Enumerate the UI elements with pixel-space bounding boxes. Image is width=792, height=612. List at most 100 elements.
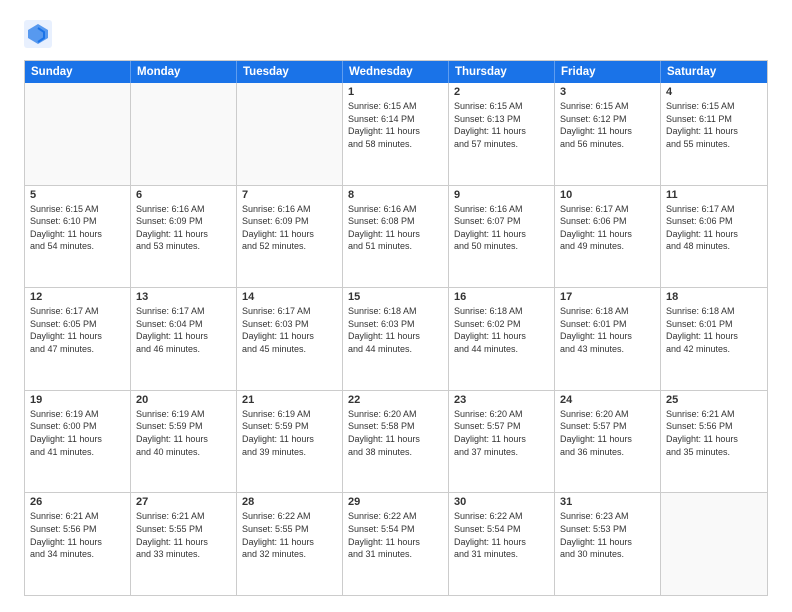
calendar-row-0: 1 Sunrise: 6:15 AM Sunset: 6:14 PM Daylig… <box>25 83 767 186</box>
calendar-cell-day-7: 7 Sunrise: 6:16 AM Sunset: 6:09 PM Daylig… <box>237 186 343 288</box>
calendar-row-2: 12Sunrise: 6:17 AM Sunset: 6:05 PM Dayli… <box>25 288 767 391</box>
day-number: 10 <box>560 189 655 201</box>
day-number: 26 <box>30 496 125 508</box>
calendar-cell-day-24: 24 Sunrise: 6:20 AM Sunset: 5:57 PM Dayli… <box>555 391 661 493</box>
calendar-row-4: 26 Sunrise: 6:21 AM Sunset: 5:56 PM Dayli… <box>25 493 767 595</box>
calendar-cell-day-5: 5 Sunrise: 6:15 AM Sunset: 6:10 PM Daylig… <box>25 186 131 288</box>
day-info: Sunrise: 6:18 AM Sunset: 6:01 PM Dayligh… <box>560 305 655 355</box>
calendar-cell-empty <box>661 493 767 595</box>
day-number: 4 <box>666 86 762 98</box>
day-info: Sunrise: 6:17 AM Sunset: 6:04 PM Dayligh… <box>136 305 231 355</box>
calendar-cell-day-21: 21Sunrise: 6:19 AM Sunset: 5:59 PM Dayli… <box>237 391 343 493</box>
header-day-tuesday: Tuesday <box>237 61 343 83</box>
day-number: 21 <box>242 394 337 406</box>
calendar-cell-day-29: 29 Sunrise: 6:22 AM Sunset: 5:54 PM Dayli… <box>343 493 449 595</box>
day-number: 27 <box>136 496 231 508</box>
day-info: Sunrise: 6:15 AM Sunset: 6:12 PM Dayligh… <box>560 100 655 150</box>
calendar-cell-day-12: 12Sunrise: 6:17 AM Sunset: 6:05 PM Dayli… <box>25 288 131 390</box>
day-number: 30 <box>454 496 549 508</box>
calendar-row-1: 5 Sunrise: 6:15 AM Sunset: 6:10 PM Daylig… <box>25 186 767 289</box>
day-info: Sunrise: 6:22 AM Sunset: 5:54 PM Dayligh… <box>454 510 549 560</box>
calendar-header: SundayMondayTuesdayWednesdayThursdayFrid… <box>25 61 767 83</box>
day-number: 7 <box>242 189 337 201</box>
calendar: SundayMondayTuesdayWednesdayThursdayFrid… <box>24 60 768 596</box>
day-number: 6 <box>136 189 231 201</box>
day-number: 29 <box>348 496 443 508</box>
header <box>24 20 768 48</box>
logo-icon <box>24 20 52 48</box>
calendar-row-3: 19 Sunrise: 6:19 AM Sunset: 6:00 PM Dayli… <box>25 391 767 494</box>
calendar-cell-day-15: 15Sunrise: 6:18 AM Sunset: 6:03 PM Dayli… <box>343 288 449 390</box>
calendar-cell-day-26: 26 Sunrise: 6:21 AM Sunset: 5:56 PM Dayli… <box>25 493 131 595</box>
calendar-cell-day-16: 16 Sunrise: 6:18 AM Sunset: 6:02 PM Dayli… <box>449 288 555 390</box>
day-number: 20 <box>136 394 231 406</box>
day-number: 17 <box>560 291 655 303</box>
calendar-cell-day-23: 23Sunrise: 6:20 AM Sunset: 5:57 PM Dayli… <box>449 391 555 493</box>
day-info: Sunrise: 6:17 AM Sunset: 6:06 PM Dayligh… <box>560 203 655 253</box>
calendar-cell-day-10: 10 Sunrise: 6:17 AM Sunset: 6:06 PM Dayli… <box>555 186 661 288</box>
day-number: 16 <box>454 291 549 303</box>
calendar-cell-day-19: 19 Sunrise: 6:19 AM Sunset: 6:00 PM Dayli… <box>25 391 131 493</box>
day-info: Sunrise: 6:15 AM Sunset: 6:14 PM Dayligh… <box>348 100 443 150</box>
day-info: Sunrise: 6:21 AM Sunset: 5:56 PM Dayligh… <box>30 510 125 560</box>
day-info: Sunrise: 6:19 AM Sunset: 6:00 PM Dayligh… <box>30 408 125 458</box>
day-info: Sunrise: 6:20 AM Sunset: 5:58 PM Dayligh… <box>348 408 443 458</box>
calendar-cell-day-17: 17 Sunrise: 6:18 AM Sunset: 6:01 PM Dayli… <box>555 288 661 390</box>
calendar-cell-day-11: 11Sunrise: 6:17 AM Sunset: 6:06 PM Dayli… <box>661 186 767 288</box>
header-day-friday: Friday <box>555 61 661 83</box>
day-info: Sunrise: 6:19 AM Sunset: 5:59 PM Dayligh… <box>136 408 231 458</box>
calendar-cell-day-28: 28Sunrise: 6:22 AM Sunset: 5:55 PM Dayli… <box>237 493 343 595</box>
day-number: 25 <box>666 394 762 406</box>
day-info: Sunrise: 6:16 AM Sunset: 6:09 PM Dayligh… <box>136 203 231 253</box>
header-day-saturday: Saturday <box>661 61 767 83</box>
day-info: Sunrise: 6:15 AM Sunset: 6:10 PM Dayligh… <box>30 203 125 253</box>
calendar-cell-empty <box>237 83 343 185</box>
calendar-cell-day-13: 13Sunrise: 6:17 AM Sunset: 6:04 PM Dayli… <box>131 288 237 390</box>
day-info: Sunrise: 6:18 AM Sunset: 6:02 PM Dayligh… <box>454 305 549 355</box>
day-info: Sunrise: 6:16 AM Sunset: 6:09 PM Dayligh… <box>242 203 337 253</box>
day-number: 9 <box>454 189 549 201</box>
day-info: Sunrise: 6:16 AM Sunset: 6:07 PM Dayligh… <box>454 203 549 253</box>
calendar-cell-empty <box>25 83 131 185</box>
calendar-cell-day-18: 18Sunrise: 6:18 AM Sunset: 6:01 PM Dayli… <box>661 288 767 390</box>
calendar-cell-day-22: 22 Sunrise: 6:20 AM Sunset: 5:58 PM Dayli… <box>343 391 449 493</box>
day-number: 2 <box>454 86 549 98</box>
day-number: 8 <box>348 189 443 201</box>
calendar-cell-day-14: 14 Sunrise: 6:17 AM Sunset: 6:03 PM Dayli… <box>237 288 343 390</box>
calendar-cell-day-25: 25 Sunrise: 6:21 AM Sunset: 5:56 PM Dayli… <box>661 391 767 493</box>
day-info: Sunrise: 6:17 AM Sunset: 6:03 PM Dayligh… <box>242 305 337 355</box>
header-day-wednesday: Wednesday <box>343 61 449 83</box>
day-number: 18 <box>666 291 762 303</box>
day-number: 19 <box>30 394 125 406</box>
day-info: Sunrise: 6:22 AM Sunset: 5:54 PM Dayligh… <box>348 510 443 560</box>
day-number: 28 <box>242 496 337 508</box>
calendar-cell-day-20: 20 Sunrise: 6:19 AM Sunset: 5:59 PM Dayli… <box>131 391 237 493</box>
header-day-sunday: Sunday <box>25 61 131 83</box>
header-day-thursday: Thursday <box>449 61 555 83</box>
day-info: Sunrise: 6:15 AM Sunset: 6:13 PM Dayligh… <box>454 100 549 150</box>
day-number: 3 <box>560 86 655 98</box>
calendar-cell-day-3: 3 Sunrise: 6:15 AM Sunset: 6:12 PM Daylig… <box>555 83 661 185</box>
day-info: Sunrise: 6:20 AM Sunset: 5:57 PM Dayligh… <box>560 408 655 458</box>
calendar-cell-day-2: 2 Sunrise: 6:15 AM Sunset: 6:13 PM Daylig… <box>449 83 555 185</box>
day-number: 15 <box>348 291 443 303</box>
calendar-cell-day-8: 8 Sunrise: 6:16 AM Sunset: 6:08 PM Daylig… <box>343 186 449 288</box>
calendar-cell-day-1: 1 Sunrise: 6:15 AM Sunset: 6:14 PM Daylig… <box>343 83 449 185</box>
day-info: Sunrise: 6:23 AM Sunset: 5:53 PM Dayligh… <box>560 510 655 560</box>
day-number: 24 <box>560 394 655 406</box>
day-number: 14 <box>242 291 337 303</box>
day-number: 1 <box>348 86 443 98</box>
day-number: 22 <box>348 394 443 406</box>
day-info: Sunrise: 6:21 AM Sunset: 5:56 PM Dayligh… <box>666 408 762 458</box>
calendar-cell-day-6: 6 Sunrise: 6:16 AM Sunset: 6:09 PM Daylig… <box>131 186 237 288</box>
calendar-cell-day-27: 27 Sunrise: 6:21 AM Sunset: 5:55 PM Dayli… <box>131 493 237 595</box>
day-number: 11 <box>666 189 762 201</box>
calendar-cell-day-31: 31Sunrise: 6:23 AM Sunset: 5:53 PM Dayli… <box>555 493 661 595</box>
day-info: Sunrise: 6:21 AM Sunset: 5:55 PM Dayligh… <box>136 510 231 560</box>
day-number: 5 <box>30 189 125 201</box>
calendar-cell-day-30: 30 Sunrise: 6:22 AM Sunset: 5:54 PM Dayli… <box>449 493 555 595</box>
page: SundayMondayTuesdayWednesdayThursdayFrid… <box>0 0 792 612</box>
day-info: Sunrise: 6:15 AM Sunset: 6:11 PM Dayligh… <box>666 100 762 150</box>
day-number: 12 <box>30 291 125 303</box>
day-info: Sunrise: 6:16 AM Sunset: 6:08 PM Dayligh… <box>348 203 443 253</box>
